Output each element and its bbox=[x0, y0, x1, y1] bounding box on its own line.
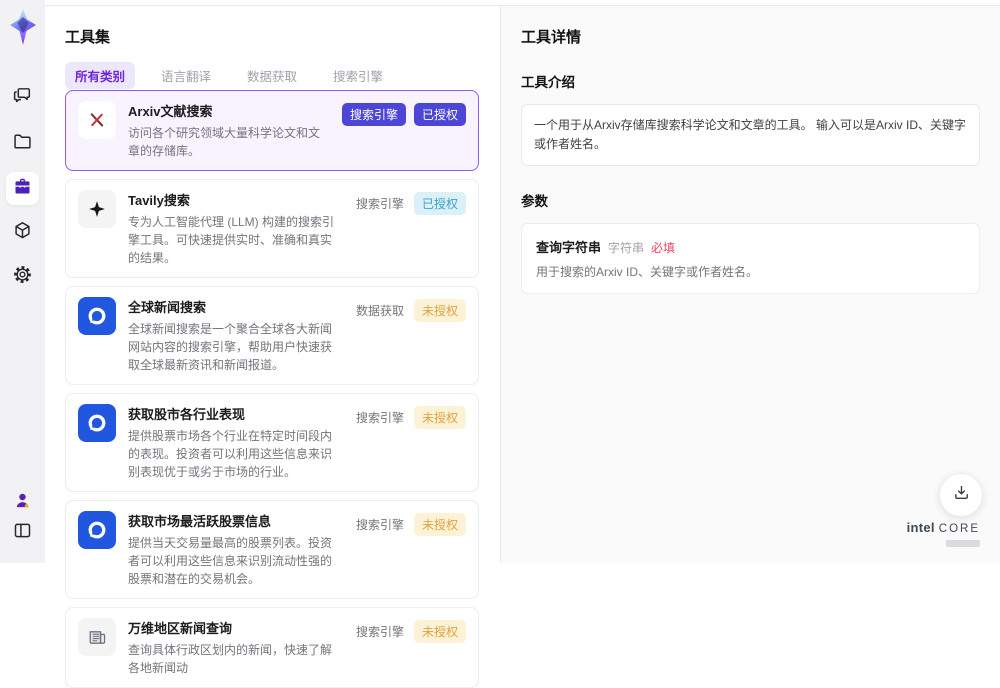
tool-list-item-3[interactable]: 获取股市各行业表现 提供股票市场各个行业在特定时间段内的表现。投资者可以利用这些… bbox=[65, 393, 479, 492]
sidebar-item-tools[interactable] bbox=[6, 172, 39, 205]
toolset-title: 工具集 bbox=[65, 26, 110, 47]
param-description: 用于搜索的Arxiv ID、关键字或作者姓名。 bbox=[536, 263, 965, 280]
tool-description: 全球新闻搜索是一个聚合全球各大新闻网站内容的搜索引擎，帮助用户快速获取全球最新资… bbox=[128, 320, 342, 374]
app-logo-icon bbox=[7, 8, 39, 46]
tool-name: Arxiv文献搜索 bbox=[128, 101, 330, 120]
tool-name: 全球新闻搜索 bbox=[128, 297, 342, 316]
newspaper-icon bbox=[78, 618, 116, 656]
user-icon bbox=[12, 490, 33, 516]
core-wordmark: CORE bbox=[939, 523, 980, 535]
panel-icon bbox=[12, 520, 33, 546]
param-type: 字符串 bbox=[608, 239, 644, 256]
tool-list-item-1[interactable]: Tavily搜索 专为人工智能代理 (LLM) 构建的搜索引擎工具。可快速提供实… bbox=[65, 179, 479, 278]
brand-subtag bbox=[946, 540, 980, 547]
category-badge: 搜索引擎 bbox=[342, 103, 406, 126]
arxiv-logo-icon bbox=[78, 101, 116, 139]
sidebar-item-collapse[interactable] bbox=[6, 516, 39, 549]
toolbox-icon bbox=[12, 176, 33, 202]
tab-1[interactable]: 语言翻译 bbox=[151, 62, 221, 89]
tool-description: 访问各个研究领域大量科学论文和文章的存储库。 bbox=[128, 124, 330, 160]
sidebar-item-files[interactable] bbox=[6, 127, 39, 160]
toolset-panel: 工具集 所有类别语言翻译数据获取搜索引擎 Arxiv文献搜索 访问各个研究领域大… bbox=[45, 6, 500, 563]
auth-status-badge: 未授权 bbox=[414, 620, 466, 643]
download-button[interactable] bbox=[939, 473, 983, 517]
four-point-star-icon bbox=[78, 190, 116, 228]
chat-icon bbox=[12, 84, 33, 110]
blue-search-icon bbox=[78, 511, 116, 549]
intro-heading: 工具介绍 bbox=[521, 71, 980, 91]
tab-0[interactable]: 所有类别 bbox=[65, 62, 135, 89]
param-required-badge: 必填 bbox=[651, 239, 675, 256]
tool-description: 专为人工智能代理 (LLM) 构建的搜索引擎工具。可快速提供实时、准确和真实的结… bbox=[128, 213, 342, 267]
category-badge: 搜索引擎 bbox=[354, 620, 406, 643]
params-heading: 参数 bbox=[521, 190, 980, 210]
auth-status-badge: 已授权 bbox=[414, 192, 466, 215]
tool-name: 获取股市各行业表现 bbox=[128, 404, 342, 423]
tool-details-panel: 工具详情 工具介绍 一个用于从Arxiv存储库搜索科学论文和文章的工具。 输入可… bbox=[501, 6, 1000, 563]
tool-name: 万维地区新闻查询 bbox=[128, 618, 342, 637]
app-rail bbox=[0, 0, 45, 563]
intel-wordmark: intel bbox=[907, 520, 935, 535]
auth-status-badge: 未授权 bbox=[414, 299, 466, 322]
sidebar-item-chat[interactable] bbox=[6, 80, 39, 113]
category-badge: 数据获取 bbox=[354, 299, 406, 322]
auth-status-badge: 未授权 bbox=[414, 513, 466, 536]
sidebar-item-models[interactable] bbox=[6, 216, 39, 249]
parameter-card: 查询字符串 字符串 必填 用于搜索的Arxiv ID、关键字或作者姓名。 bbox=[521, 223, 980, 294]
tool-description: 提供当天交易量最高的股票列表。投资者可以利用这些信息来识别流动性强的股票和潜在的… bbox=[128, 534, 342, 588]
gear-icon bbox=[12, 264, 33, 290]
tool-list-item-0[interactable]: Arxiv文献搜索 访问各个研究领域大量科学论文和文章的存储库。 搜索引擎 已授… bbox=[65, 90, 479, 171]
details-title: 工具详情 bbox=[521, 26, 980, 47]
intro-text-box: 一个用于从Arxiv存储库搜索科学论文和文章的工具。 输入可以是Arxiv ID… bbox=[521, 104, 980, 166]
tool-name: Tavily搜索 bbox=[128, 190, 342, 209]
category-tabs: 所有类别语言翻译数据获取搜索引擎 bbox=[65, 62, 393, 89]
sidebar-item-profile[interactable] bbox=[6, 486, 39, 519]
folder-icon bbox=[12, 131, 33, 157]
tool-list-item-4[interactable]: 获取市场最活跃股票信息 提供当天交易量最高的股票列表。投资者可以利用这些信息来识… bbox=[65, 500, 479, 599]
category-badge: 搜索引擎 bbox=[354, 406, 406, 429]
tab-3[interactable]: 搜索引擎 bbox=[323, 62, 393, 89]
tool-description: 查询具体行政区划内的新闻，快速了解各地新闻动 bbox=[128, 641, 342, 677]
tool-list-item-2[interactable]: 全球新闻搜索 全球新闻搜索是一个聚合全球各大新闻网站内容的搜索引擎，帮助用户快速… bbox=[65, 286, 479, 385]
tool-description: 提供股票市场各个行业在特定时间段内的表现。投资者可以利用这些信息来识别表现优于或… bbox=[128, 427, 342, 481]
download-icon bbox=[952, 483, 971, 507]
category-badge: 搜索引擎 bbox=[354, 513, 406, 536]
tool-list: Arxiv文献搜索 访问各个研究领域大量科学论文和文章的存储库。 搜索引擎 已授… bbox=[65, 90, 479, 688]
blue-search-icon bbox=[78, 404, 116, 442]
tool-list-item-5[interactable]: 万维地区新闻查询 查询具体行政区划内的新闻，快速了解各地新闻动 搜索引擎 未授权 bbox=[65, 607, 479, 688]
sidebar-item-settings[interactable] bbox=[6, 260, 39, 293]
category-badge: 搜索引擎 bbox=[354, 192, 406, 215]
intel-core-logo: intel CORE bbox=[907, 519, 980, 547]
auth-status-badge: 未授权 bbox=[414, 406, 466, 429]
tab-2[interactable]: 数据获取 bbox=[237, 62, 307, 89]
auth-status-badge: 已授权 bbox=[414, 103, 466, 126]
blue-search-icon bbox=[78, 297, 116, 335]
param-name: 查询字符串 bbox=[536, 237, 601, 256]
cube-icon bbox=[12, 220, 33, 246]
tool-name: 获取市场最活跃股票信息 bbox=[128, 511, 342, 530]
